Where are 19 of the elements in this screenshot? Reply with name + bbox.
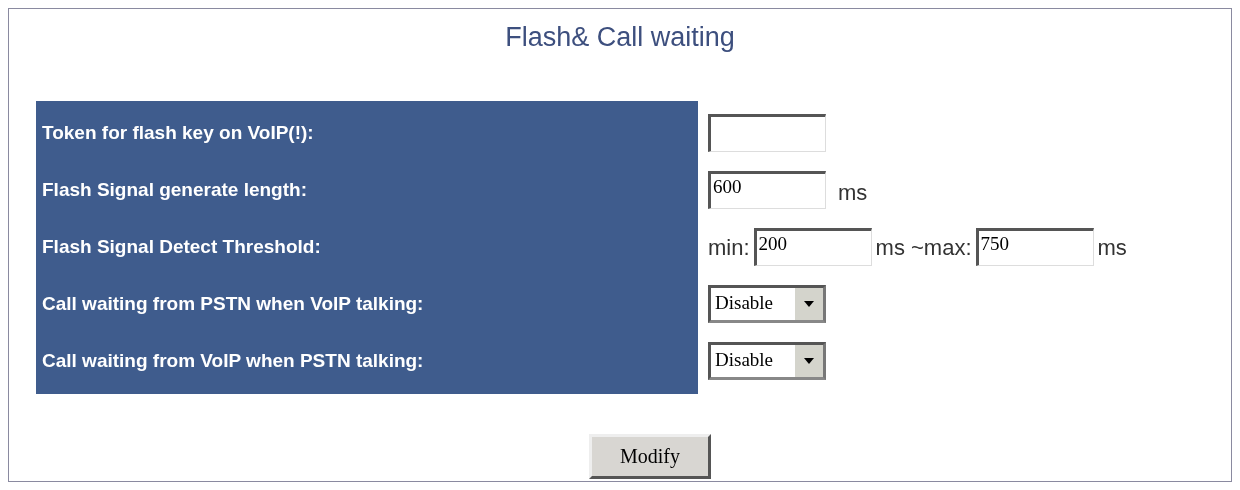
max-label: ms ~max: [875, 233, 972, 262]
unit-label: ms [837, 179, 868, 207]
field-label: Call waiting from PSTN when VoIP talking: [42, 291, 424, 316]
caret-icon [795, 288, 823, 320]
dropdown[interactable]: Disable [708, 342, 826, 380]
text-field[interactable]: 750 [975, 228, 1094, 266]
field-label: Flash Signal Detect Threshold: [42, 234, 321, 259]
min-label: min: [708, 233, 750, 262]
caret-icon [795, 345, 823, 377]
page-title: Flash& Call waiting [504, 21, 736, 54]
modify-button[interactable]: Modify [589, 433, 711, 479]
text-field[interactable] [708, 114, 826, 152]
text-field[interactable]: 200 [753, 228, 872, 266]
text-field[interactable]: 600 [708, 171, 826, 209]
dropdown[interactable]: Disable [708, 285, 826, 323]
field-label: Flash Signal generate length: [42, 177, 307, 202]
field-label: Call waiting from VoIP when PSTN talking: [42, 348, 424, 373]
field-label: Token for flash key on VoIP(!): [42, 120, 314, 145]
unit-label: ms [1097, 233, 1127, 262]
